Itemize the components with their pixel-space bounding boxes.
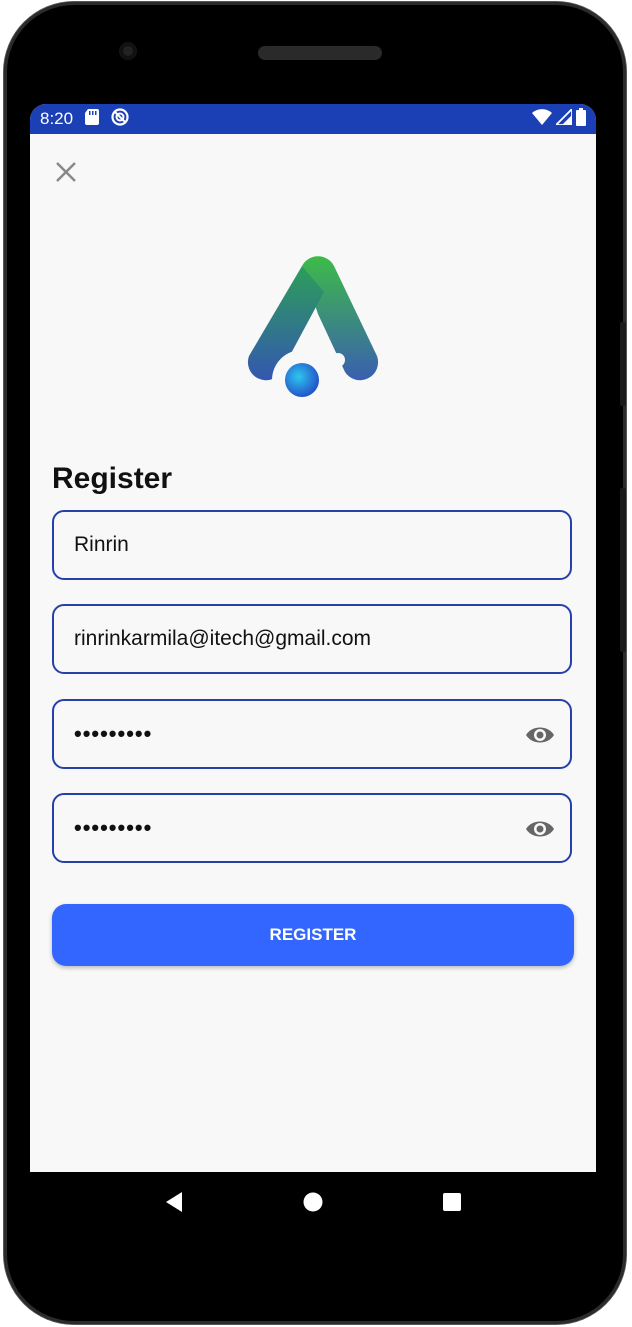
power-button [620, 488, 626, 652]
visibility-eye-icon[interactable] [524, 721, 556, 749]
password-field-value: ••••••••• [74, 721, 153, 746]
confirm-password-field[interactable]: ••••••••• [52, 793, 572, 863]
recents-icon[interactable] [442, 1192, 462, 1217]
close-icon[interactable] [52, 158, 80, 186]
confirm-password-field-value: ••••••••• [74, 815, 153, 840]
home-icon[interactable] [303, 1192, 323, 1217]
name-field-value: Rinrin [74, 533, 129, 556]
app-logo [244, 252, 384, 410]
do-not-disturb-icon [111, 107, 129, 131]
battery-icon [576, 107, 586, 131]
email-field-value: rinrinkarmila@itech@gmail.com [74, 627, 372, 650]
volume-button [620, 322, 626, 406]
password-field[interactable]: ••••••••• [52, 699, 572, 769]
back-icon[interactable] [164, 1191, 184, 1218]
register-button-label: REGISTER [269, 925, 357, 944]
system-nav-bar [30, 1172, 596, 1236]
signal-icon [553, 106, 573, 130]
sd-card-icon [85, 108, 100, 130]
earpiece-speaker [258, 46, 382, 60]
visibility-eye-icon[interactable] [524, 815, 556, 843]
app-screen: 8:20 Register Rinrin rinrinkarmila@itech… [30, 104, 596, 1172]
page-title: Register [52, 462, 173, 495]
email-field[interactable]: rinrinkarmila@itech@gmail.com [52, 604, 572, 674]
register-button[interactable]: REGISTER [52, 904, 574, 966]
status-bar: 8:20 [30, 104, 596, 134]
wifi-icon [532, 108, 552, 130]
status-time: 8:20 [40, 109, 74, 128]
front-camera [119, 42, 137, 60]
name-field[interactable]: Rinrin [52, 510, 572, 580]
